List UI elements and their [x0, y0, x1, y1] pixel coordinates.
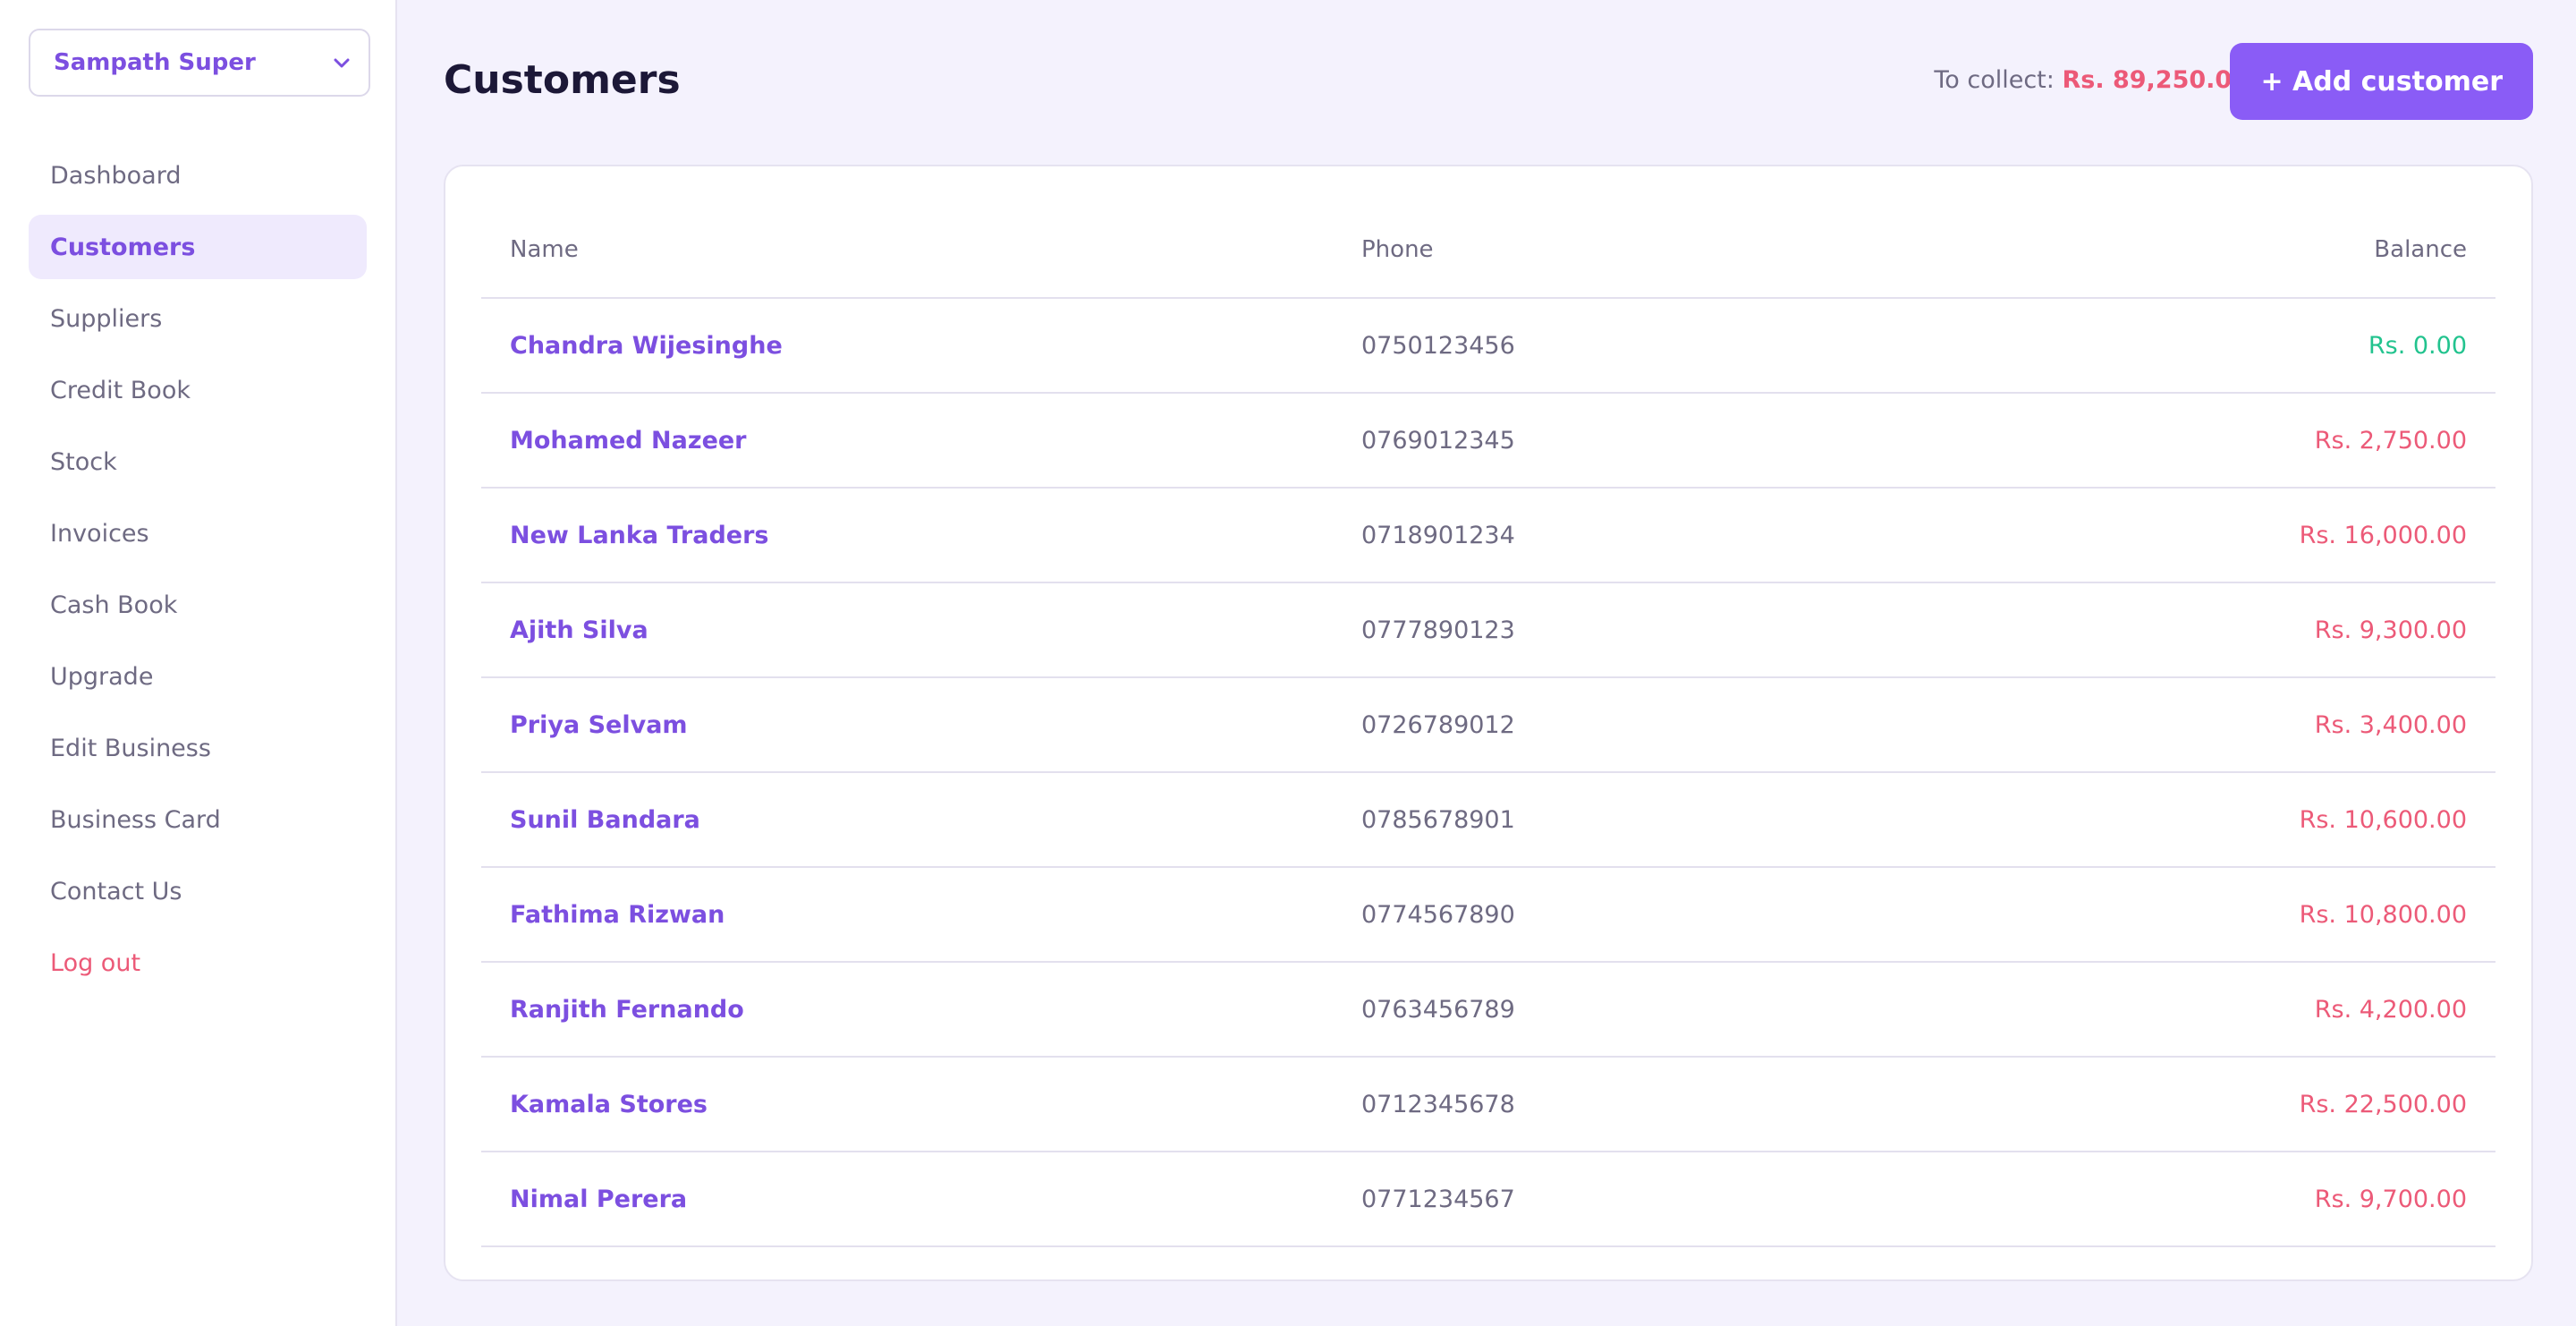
table-row[interactable]: Priya Selvam 0726789012 Rs. 3,400.00 [481, 677, 2496, 773]
customer-name-link[interactable]: Sunil Bandara [510, 806, 700, 834]
customer-phone: 0774567890 [1333, 867, 2195, 963]
to-collect-label: To collect: [1934, 66, 2055, 94]
customer-name-link[interactable]: New Lanka Traders [510, 522, 769, 549]
customer-name-link[interactable]: Kamala Stores [510, 1091, 708, 1118]
table-row[interactable]: Sunil Bandara 0785678901 Rs. 10,600.00 [481, 772, 2496, 868]
sidebar-item-label: Log out [50, 948, 141, 977]
customer-balance: Rs. 16,000.00 [2195, 488, 2496, 583]
add-customer-button[interactable]: + Add customer [2230, 43, 2533, 120]
table-row[interactable]: Chandra Wijesinghe 0750123456 Rs. 0.00 [481, 298, 2496, 394]
table-row[interactable]: Fathima Rizwan 0774567890 Rs. 10,800.00 [481, 867, 2496, 963]
customer-balance: Rs. 4,200.00 [2195, 962, 2496, 1058]
table-row[interactable]: Ranjith Fernando 0763456789 Rs. 4,200.00 [481, 962, 2496, 1058]
customers-table: Name Phone Balance Chandra Wijesinghe 07… [481, 202, 2496, 1247]
customer-balance: Rs. 10,600.00 [2195, 772, 2496, 868]
customer-name-link[interactable]: Mohamed Nazeer [510, 427, 747, 455]
sidebar-item-credit-book[interactable]: Credit Book [29, 358, 367, 422]
table-row[interactable]: Ajith Silva 0777890123 Rs. 9,300.00 [481, 582, 2496, 678]
main-content: Customers To collect: Rs. 89,250.00 + Ad… [397, 0, 2576, 1326]
customer-name-link[interactable]: Nimal Perera [510, 1186, 687, 1213]
sidebar-item-label: Suppliers [50, 304, 163, 333]
customer-phone: 0777890123 [1333, 582, 2195, 678]
customer-phone: 0726789012 [1333, 677, 2195, 773]
sidebar-item-customers[interactable]: Customers [29, 215, 367, 279]
sidebar-nav: Dashboard Customers Suppliers Credit Boo… [29, 143, 367, 995]
to-collect-summary: To collect: Rs. 89,250.00 [1934, 66, 2249, 94]
sidebar-item-business-card[interactable]: Business Card [29, 787, 367, 852]
column-header-phone[interactable]: Phone [1333, 202, 2195, 299]
customer-balance: Rs. 9,300.00 [2195, 582, 2496, 678]
customer-name-link[interactable]: Priya Selvam [510, 711, 688, 739]
business-name: Sampath Super [54, 49, 256, 76]
sidebar-item-label: Cash Book [50, 591, 178, 619]
customer-phone: 0712345678 [1333, 1057, 2195, 1152]
column-header-balance[interactable]: Balance [2195, 202, 2496, 299]
sidebar-item-suppliers[interactable]: Suppliers [29, 286, 367, 351]
table-row[interactable]: Nimal Perera 0771234567 Rs. 9,700.00 [481, 1152, 2496, 1247]
table-row[interactable]: Mohamed Nazeer 0769012345 Rs. 2,750.00 [481, 393, 2496, 489]
column-header-name[interactable]: Name [481, 202, 1333, 299]
chevron-down-icon [334, 58, 350, 68]
sidebar-item-invoices[interactable]: Invoices [29, 501, 367, 565]
sidebar-item-stock[interactable]: Stock [29, 429, 367, 494]
customer-name-link[interactable]: Ajith Silva [510, 616, 648, 644]
page-title: Customers [444, 57, 681, 103]
customer-balance: Rs. 3,400.00 [2195, 677, 2496, 773]
sidebar-item-edit-business[interactable]: Edit Business [29, 716, 367, 780]
customer-balance: Rs. 2,750.00 [2195, 393, 2496, 489]
app-root: Sampath Super Dashboard Customers Suppli… [0, 0, 2576, 1326]
sidebar-item-label: Contact Us [50, 877, 182, 905]
customer-name-link[interactable]: Chandra Wijesinghe [510, 332, 783, 360]
business-select[interactable]: Sampath Super [29, 29, 370, 97]
sidebar-item-label: Dashboard [50, 161, 182, 190]
customer-phone: 0750123456 [1333, 298, 2195, 394]
customer-balance: Rs. 10,800.00 [2195, 867, 2496, 963]
sidebar-item-label: Stock [50, 447, 117, 476]
customer-phone: 0718901234 [1333, 488, 2195, 583]
customer-balance: Rs. 9,700.00 [2195, 1152, 2496, 1247]
sidebar-item-label: Customers [50, 233, 196, 261]
sidebar-item-label: Invoices [50, 519, 149, 548]
customer-phone: 0785678901 [1333, 772, 2195, 868]
sidebar-item-label: Upgrade [50, 662, 154, 691]
sidebar-item-dashboard[interactable]: Dashboard [29, 143, 367, 208]
customer-balance: Rs. 0.00 [2195, 298, 2496, 394]
sidebar-item-label: Credit Book [50, 376, 191, 404]
sidebar-item-label: Edit Business [50, 734, 211, 762]
sidebar: Sampath Super Dashboard Customers Suppli… [0, 0, 397, 1326]
sidebar-item-upgrade[interactable]: Upgrade [29, 644, 367, 709]
sidebar-item-cash-book[interactable]: Cash Book [29, 573, 367, 637]
to-collect-amount: Rs. 89,250.00 [2062, 66, 2249, 94]
customer-phone: 0771234567 [1333, 1152, 2195, 1247]
sidebar-item-contact-us[interactable]: Contact Us [29, 859, 367, 923]
customer-phone: 0769012345 [1333, 393, 2195, 489]
customers-table-card: Name Phone Balance Chandra Wijesinghe 07… [444, 165, 2533, 1281]
customer-name-link[interactable]: Ranjith Fernando [510, 996, 744, 1024]
table-row[interactable]: New Lanka Traders 0718901234 Rs. 16,000.… [481, 488, 2496, 583]
table-header-row: Name Phone Balance [481, 202, 2496, 299]
table-row[interactable]: Kamala Stores 0712345678 Rs. 22,500.00 [481, 1057, 2496, 1152]
sidebar-item-log-out[interactable]: Log out [29, 931, 367, 995]
customer-phone: 0763456789 [1333, 962, 2195, 1058]
customer-balance: Rs. 22,500.00 [2195, 1057, 2496, 1152]
sidebar-item-label: Business Card [50, 805, 221, 834]
customer-name-link[interactable]: Fathima Rizwan [510, 901, 724, 929]
